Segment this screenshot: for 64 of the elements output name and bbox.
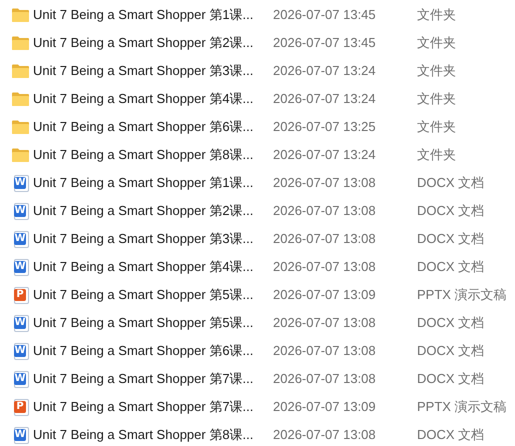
file-name[interactable]: Unit 7 Being a Smart Shopper 第4课...	[33, 89, 273, 109]
modified-date: 2026-07-07 13:08	[273, 370, 377, 388]
word-document-icon: W	[14, 370, 29, 388]
modified-date: 2026-07-07 13:45	[273, 6, 377, 24]
file-type: 文件夹	[417, 146, 456, 164]
modified-date: 2026-07-07 13:08	[273, 314, 377, 332]
file-type: DOCX 文档	[417, 230, 484, 248]
file-type: 文件夹	[417, 62, 456, 80]
file-type: DOCX 文档	[417, 202, 484, 220]
file-name[interactable]: Unit 7 Being a Smart Shopper 第2课...	[33, 201, 273, 221]
file-name[interactable]: Unit 7 Being a Smart Shopper 第1课...	[33, 5, 273, 25]
file-name[interactable]: Unit 7 Being a Smart Shopper 第6课...	[33, 117, 273, 137]
file-name[interactable]: Unit 7 Being a Smart Shopper 第7课...	[33, 397, 273, 417]
folder-icon	[12, 36, 29, 50]
file-name[interactable]: Unit 7 Being a Smart Shopper 第7课...	[33, 369, 273, 389]
slides-document-icon: P	[14, 286, 29, 304]
file-name[interactable]: Unit 7 Being a Smart Shopper 第4课...	[33, 257, 273, 277]
file-name[interactable]: Unit 7 Being a Smart Shopper 第8课...	[33, 145, 273, 165]
word-document-icon: W	[14, 342, 29, 360]
file-name[interactable]: Unit 7 Being a Smart Shopper 第8课...	[33, 425, 273, 445]
word-document-icon: W	[14, 174, 29, 192]
folder-icon	[12, 8, 29, 22]
file-type: DOCX 文档	[417, 426, 484, 444]
folder-icon	[12, 148, 29, 162]
file-type: DOCX 文档	[417, 258, 484, 276]
file-type: DOCX 文档	[417, 314, 484, 332]
file-type: PPTX 演示文稿	[417, 398, 507, 416]
modified-date: 2026-07-07 13:08	[273, 174, 377, 192]
file-name[interactable]: Unit 7 Being a Smart Shopper 第6课...	[33, 341, 273, 361]
modified-date: 2026-07-07 13:08	[273, 426, 377, 444]
file-name[interactable]: Unit 7 Being a Smart Shopper 第2课...	[33, 33, 273, 53]
file-name[interactable]: Unit 7 Being a Smart Shopper 第1课...	[33, 173, 273, 193]
modified-date: 2026-07-07 13:08	[273, 342, 377, 360]
word-document-icon: W	[14, 258, 29, 276]
file-type: DOCX 文档	[417, 174, 484, 192]
file-type: DOCX 文档	[417, 370, 484, 388]
modified-date: 2026-07-07 13:24	[273, 62, 377, 80]
file-type: 文件夹	[417, 90, 456, 108]
file-type: 文件夹	[417, 6, 456, 24]
file-type: 文件夹	[417, 34, 456, 52]
modified-date: 2026-07-07 13:24	[273, 90, 377, 108]
word-document-icon: W	[14, 426, 29, 444]
file-type: DOCX 文档	[417, 342, 484, 360]
folder-icon	[12, 120, 29, 134]
word-document-icon: W	[14, 202, 29, 220]
modified-date: 2026-07-07 13:24	[273, 146, 377, 164]
word-document-icon: W	[14, 230, 29, 248]
modified-date: 2026-07-07 13:25	[273, 118, 377, 136]
file-name[interactable]: Unit 7 Being a Smart Shopper 第5课...	[33, 285, 273, 305]
file-type: 文件夹	[417, 118, 456, 136]
modified-date: 2026-07-07 13:08	[273, 202, 377, 220]
slides-document-icon: P	[14, 398, 29, 416]
folder-icon	[12, 64, 29, 78]
modified-date: 2026-07-07 13:09	[273, 286, 377, 304]
word-document-icon: W	[14, 314, 29, 332]
file-name[interactable]: Unit 7 Being a Smart Shopper 第5课...	[33, 313, 273, 333]
file-name[interactable]: Unit 7 Being a Smart Shopper 第3课...	[33, 229, 273, 249]
modified-date: 2026-07-07 13:08	[273, 230, 377, 248]
file-name[interactable]: Unit 7 Being a Smart Shopper 第3课...	[33, 61, 273, 81]
folder-icon	[12, 92, 29, 106]
modified-date: 2026-07-07 13:45	[273, 34, 377, 52]
modified-date: 2026-07-07 13:09	[273, 398, 377, 416]
file-type: PPTX 演示文稿	[417, 286, 507, 304]
modified-date: 2026-07-07 13:08	[273, 258, 377, 276]
